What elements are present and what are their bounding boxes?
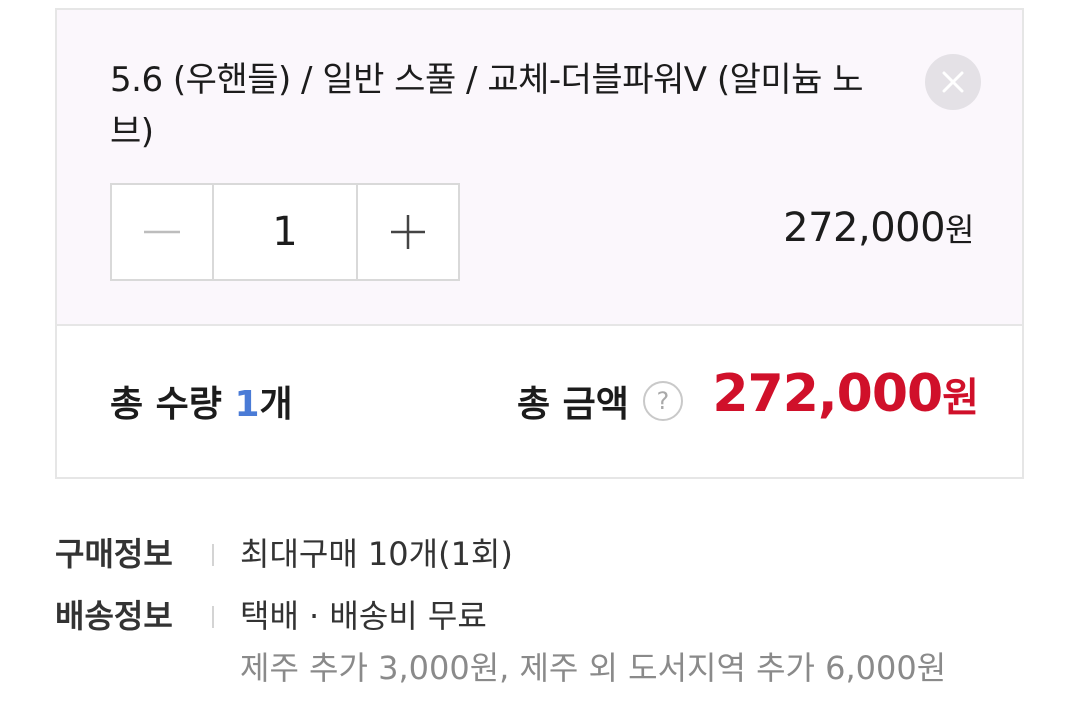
purchase-info-value: 최대구매 10개(1회) [240, 535, 513, 573]
option-price: 272,000원 [783, 205, 974, 251]
minus-icon [144, 230, 180, 234]
plus-icon [391, 215, 425, 249]
decrease-quantity-button[interactable] [112, 185, 214, 279]
shipping-info-row: 배송정보 택배 · 배송비 무료 제주 추가 3,000원, 제주 외 도서지역… [55, 592, 1035, 696]
quantity-input[interactable]: 1 [214, 185, 356, 279]
selected-option-card: 5.6 (우핸들) / 일반 스풀 / 교체-더블파워V (알미늄 노브) 1 [55, 8, 1024, 479]
product-info: 구매정보 최대구매 10개(1회) 배송정보 택배 · 배송비 무료 제주 추가… [55, 530, 1035, 710]
total-amount-unit: 원 [942, 375, 979, 421]
shipping-info-value: 택배 · 배송비 무료 [240, 597, 487, 635]
purchase-info-label: 구매정보 [55, 535, 173, 573]
total-amount: 272,000원 [712, 364, 979, 424]
divider [212, 544, 214, 566]
total-amount-label: 총 금액 [517, 384, 629, 425]
shipping-info-label: 배송정보 [55, 597, 173, 635]
total-quantity: 총 수량 1개 [110, 375, 293, 427]
option-title: 5.6 (우핸들) / 일반 스풀 / 교체-더블파워V (알미늄 노브) [110, 60, 864, 152]
option-price-unit: 원 [945, 211, 974, 249]
total-quantity-value: 1 [234, 384, 260, 425]
total-quantity-unit: 개 [259, 384, 293, 425]
quantity-stepper: 1 [110, 183, 460, 281]
remove-option-button[interactable] [925, 54, 981, 110]
divider [212, 606, 214, 628]
option-item: 5.6 (우핸들) / 일반 스풀 / 교체-더블파워V (알미늄 노브) 1 [57, 10, 1022, 326]
option-price-value: 272,000 [783, 205, 946, 251]
shipping-extra-fee: 제주 추가 3,000원, 제주 외 도서지역 추가 6,000원 [240, 649, 947, 687]
total-amount-value: 272,000 [712, 364, 943, 424]
help-icon[interactable]: ? [642, 381, 683, 421]
total-quantity-label: 총 수량 [110, 384, 235, 425]
total-summary: 총 수량 1개 총 금액 ? 272,000원 [57, 326, 1022, 477]
purchase-info-row: 구매정보 최대구매 10개(1회) [55, 530, 1035, 578]
increase-quantity-button[interactable] [356, 185, 458, 279]
close-icon [942, 71, 964, 93]
total-amount-label-group: 총 금액 ? [517, 375, 683, 427]
